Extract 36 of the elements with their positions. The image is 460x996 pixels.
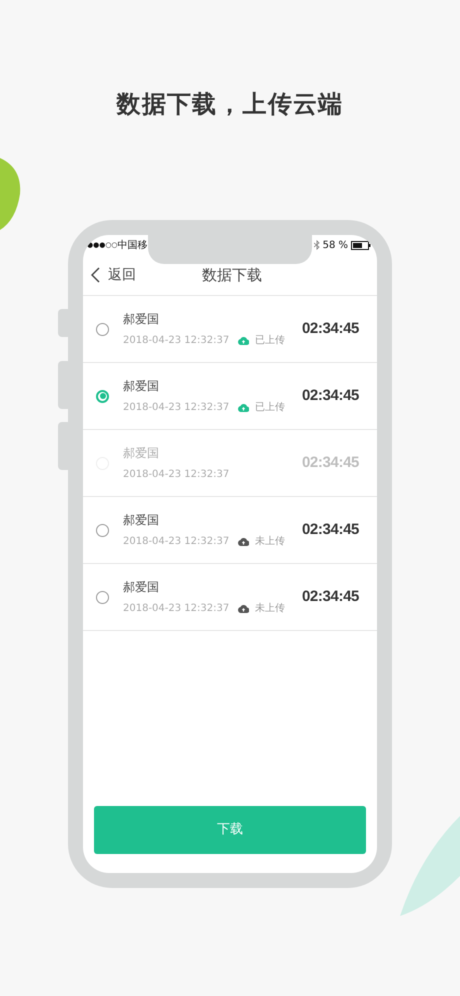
- screen-title: 数据下载: [202, 264, 262, 286]
- upload-status: 已上传: [255, 400, 286, 415]
- leaf-decoration: [0, 158, 22, 230]
- record-row[interactable]: 郝爱国 2018-04-23 12:32:37 已上传 02:34:45: [83, 296, 377, 363]
- radio-button[interactable]: [96, 390, 109, 402]
- record-date: 2018-04-23 12:32:37: [123, 334, 230, 348]
- battery-percent: 58 %: [322, 238, 348, 252]
- carrier-name: 中国移: [118, 238, 148, 252]
- record-row[interactable]: 郝爱国 2018-04-23 12:32:37 未上传 02:34:45: [83, 564, 377, 631]
- bluetooth-icon: [314, 240, 320, 250]
- radio-button[interactable]: [96, 524, 109, 536]
- record-row[interactable]: 郝爱国 2018-04-23 12:32:37 未上传 02:34:45: [83, 497, 377, 564]
- upload-status: 未上传: [255, 602, 286, 616]
- record-name: 郝爱国: [123, 311, 160, 328]
- record-row[interactable]: 郝爱国 2018-04-23 12:32:37 已上传 02:34:45: [83, 363, 377, 430]
- record-date: 2018-04-23 12:32:37: [123, 602, 230, 616]
- record-date: 2018-04-23 12:32:37: [123, 468, 230, 482]
- record-duration: 02:34:45: [302, 586, 359, 607]
- record-duration: 02:34:45: [302, 318, 359, 339]
- upload-status: 未上传: [255, 534, 286, 549]
- record-name: 郝爱国: [123, 378, 160, 395]
- radio-button[interactable]: [96, 322, 109, 336]
- chevron-left-icon: [91, 267, 100, 283]
- record-name: 郝爱国: [123, 579, 160, 596]
- record-duration: 02:34:45: [302, 520, 359, 540]
- battery-icon: [351, 240, 371, 250]
- record-duration: 02:34:45: [302, 452, 359, 473]
- upload-status: 已上传: [255, 334, 286, 348]
- record-name: 郝爱国: [123, 512, 160, 529]
- record-date: 2018-04-23 12:32:37: [123, 401, 230, 415]
- radio-button[interactable]: [96, 590, 109, 604]
- record-name: 郝爱国: [123, 445, 160, 462]
- back-button[interactable]: 返回: [83, 264, 136, 286]
- record-date: 2018-04-23 12:32:37: [123, 535, 230, 549]
- record-duration: 02:34:45: [302, 386, 359, 406]
- headline: 数据下载，上传云端: [116, 89, 344, 120]
